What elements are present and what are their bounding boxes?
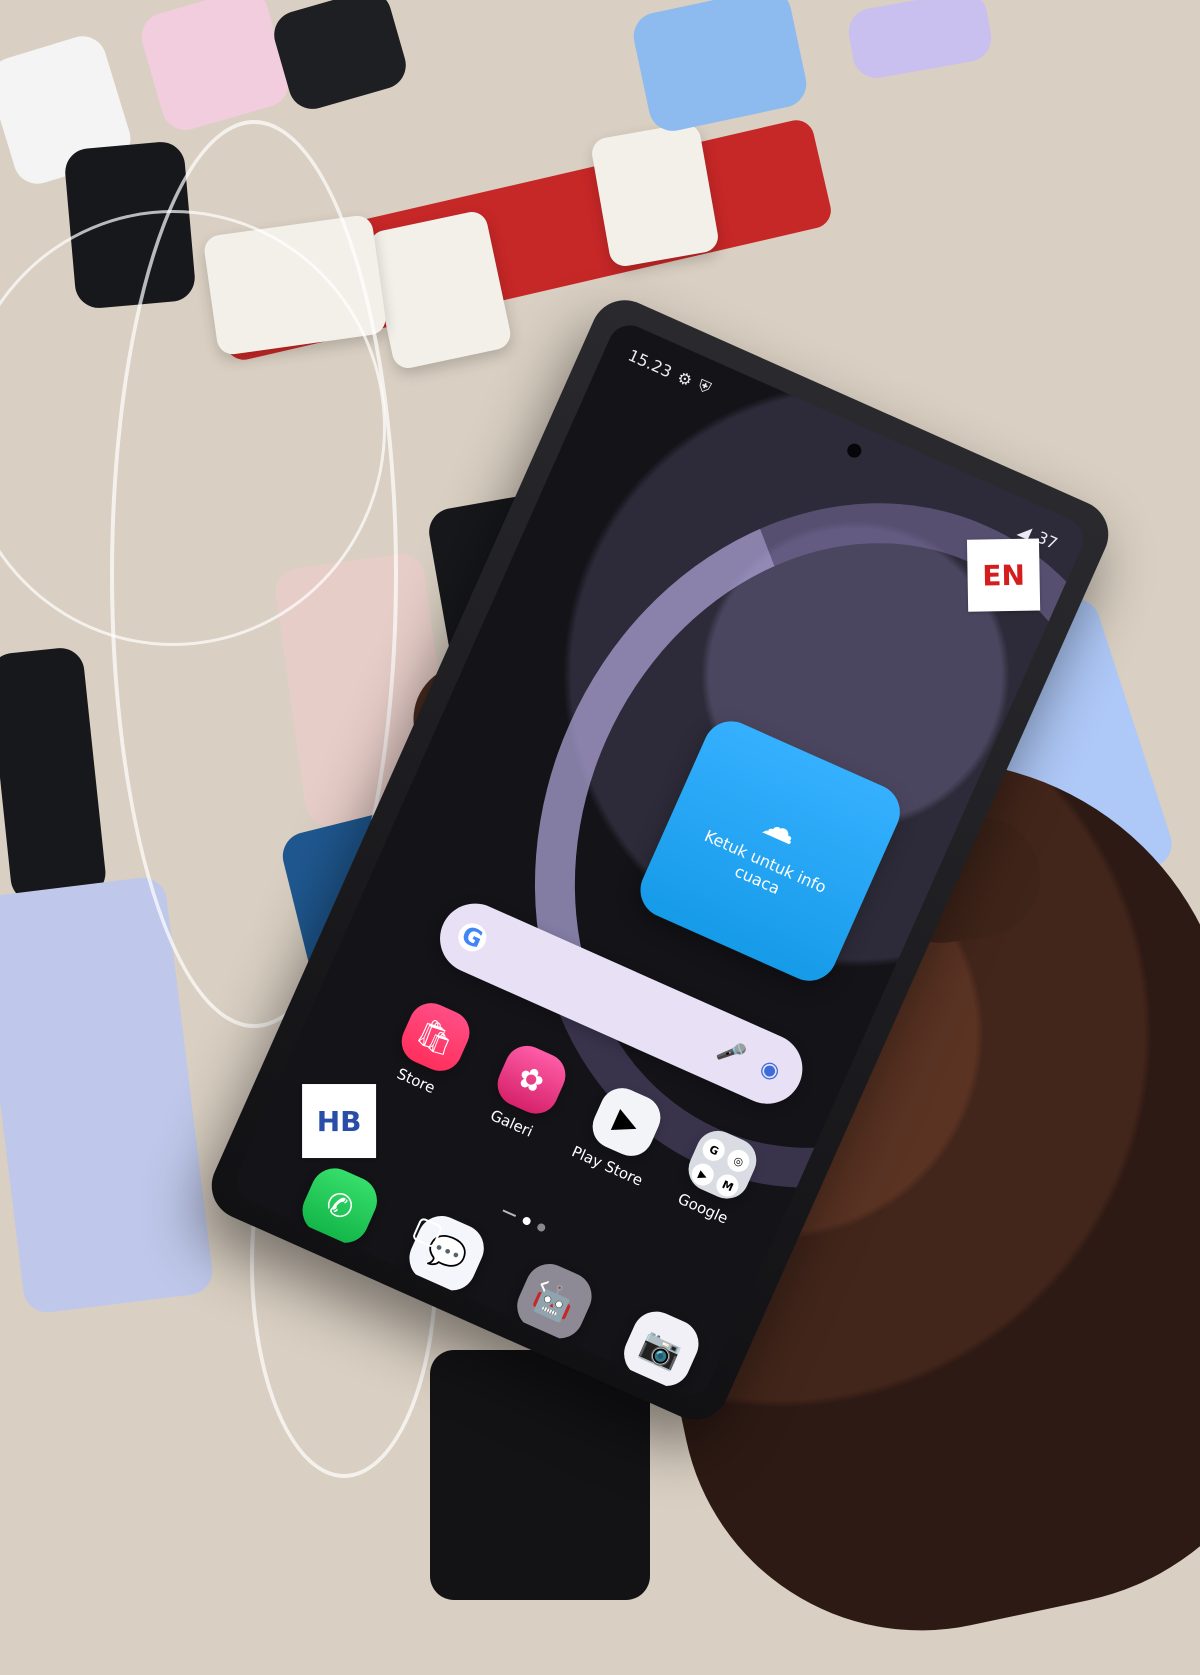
background-phone: [844, 0, 996, 82]
chrome-mini-icon: ◎: [724, 1146, 754, 1176]
status-time: 15.23: [625, 345, 675, 382]
weather-icon: ☁: [756, 803, 805, 854]
bottom-sticker: HB: [302, 1084, 377, 1159]
search-left: G: [453, 918, 491, 956]
background-phone: [135, 0, 295, 136]
page-indicator-line: [502, 1209, 517, 1218]
gear-icon: ⚙: [674, 366, 696, 391]
gmail-mini-icon: M: [713, 1171, 743, 1201]
google-logo: G: [453, 918, 491, 956]
charger-adapter: [589, 121, 721, 269]
background-phone: [629, 0, 811, 136]
photo-scene: 15.23 ⚙ ⛨ ◢ 37 ☁ Ketuk untuk info cuaca: [0, 0, 1200, 1675]
page-dot-active: [521, 1215, 532, 1227]
google-mini-icon: G: [699, 1135, 729, 1165]
home-button-icon[interactable]: [411, 1216, 444, 1249]
page-indicator: [494, 1202, 554, 1237]
search-actions: 🎤 ◉: [713, 1034, 788, 1088]
background-phone: [0, 645, 108, 905]
gallery-icon: ✿: [490, 1038, 573, 1121]
background-phone: [268, 0, 412, 115]
back-button-icon[interactable]: ‹: [533, 1267, 557, 1302]
page-dot: [535, 1222, 547, 1233]
youtube-mini-icon: ▶: [688, 1160, 718, 1190]
app-galeri[interactable]: ✿ Galeri: [469, 1034, 583, 1149]
lens-icon[interactable]: ◉: [752, 1051, 789, 1088]
microphone-icon[interactable]: 🎤: [713, 1034, 750, 1071]
app-store[interactable]: 🛍 Store: [373, 991, 487, 1106]
store-icon: 🛍: [394, 996, 477, 1078]
shield-icon: ⛨: [695, 375, 714, 398]
top-sticker: EN: [966, 538, 1041, 612]
